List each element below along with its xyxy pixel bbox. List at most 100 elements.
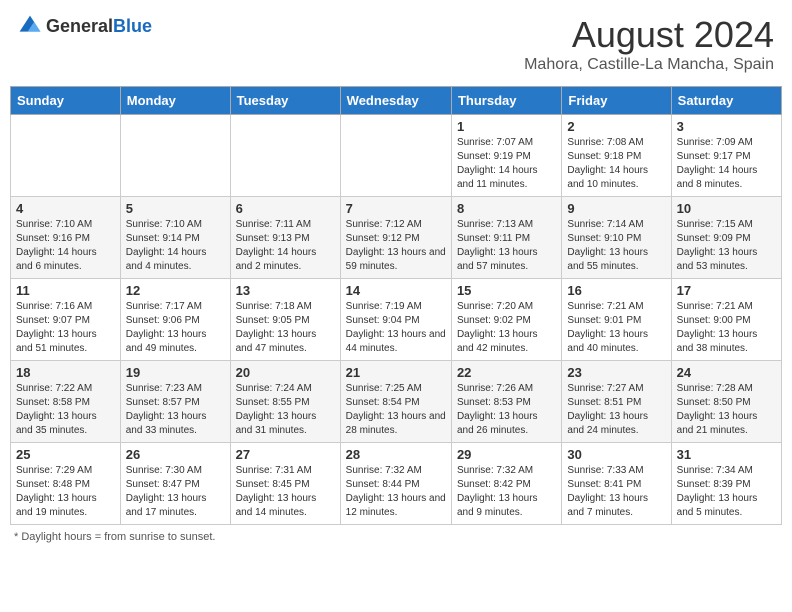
header: GeneralBlue August 2024 Mahora, Castille…: [10, 10, 782, 78]
calendar-cell: [230, 115, 340, 197]
day-number: 16: [567, 283, 665, 298]
day-info: Sunrise: 7:16 AMSunset: 9:07 PMDaylight:…: [16, 300, 115, 356]
calendar-cell: 6Sunrise: 7:11 AMSunset: 9:13 PMDaylight…: [230, 197, 340, 279]
day-number: 11: [16, 283, 115, 298]
day-info: Sunrise: 7:22 AMSunset: 8:58 PMDaylight:…: [16, 382, 115, 438]
day-info: Sunrise: 7:12 AMSunset: 9:12 PMDaylight:…: [346, 218, 446, 274]
calendar-cell: 16 Sunrise: 7:21 AMSunset: 9:01 PMDayligh…: [562, 279, 671, 361]
day-info: Sunrise: 7:20 AMSunset: 9:02 PMDaylight:…: [457, 300, 556, 356]
day-info: Sunrise: 7:34 AMSunset: 8:39 PMDaylight:…: [677, 464, 776, 520]
day-info: Sunrise: 7:07 AMSunset: 9:19 PMDaylight:…: [457, 136, 556, 192]
day-number: 1: [457, 119, 556, 134]
calendar-cell: 14Sunrise: 7:19 AMSunset: 9:04 PMDayligh…: [340, 279, 451, 361]
calendar-cell: 12 Sunrise: 7:17 AMSunset: 9:06 PMDayligh…: [120, 279, 230, 361]
day-info: Sunrise: 7:31 AMSunset: 8:45 PMDaylight:…: [236, 464, 335, 520]
day-info: Sunrise: 7:24 AMSunset: 8:55 PMDaylight:…: [236, 382, 335, 438]
title-area: August 2024 Mahora, Castille-La Mancha, …: [524, 14, 774, 74]
calendar-cell: 2 Sunrise: 7:08 AMSunset: 9:18 PMDaylight…: [562, 115, 671, 197]
day-number: 4: [16, 201, 115, 216]
calendar-cell: 13Sunrise: 7:18 AMSunset: 9:05 PMDayligh…: [230, 279, 340, 361]
day-number: 30: [567, 447, 665, 462]
day-info: Sunrise: 7:10 AMSunset: 9:14 PMDaylight:…: [126, 218, 225, 274]
calendar-week-row: 18 Sunrise: 7:22 AMSunset: 8:58 PMDayligh…: [11, 361, 782, 443]
day-info: Sunrise: 7:23 AMSunset: 8:57 PMDaylight:…: [126, 382, 225, 438]
weekday-header-tuesday: Tuesday: [230, 87, 340, 115]
day-info: Sunrise: 7:27 AMSunset: 8:51 PMDaylight:…: [567, 382, 665, 438]
calendar-cell: 30Sunrise: 7:33 AMSunset: 8:41 PMDayligh…: [562, 443, 671, 525]
weekday-header-row: SundayMondayTuesdayWednesdayThursdayFrid…: [11, 87, 782, 115]
calendar-table: SundayMondayTuesdayWednesdayThursdayFrid…: [10, 86, 782, 525]
day-number: 3: [677, 119, 776, 134]
day-info: Sunrise: 7:18 AMSunset: 9:05 PMDaylight:…: [236, 300, 335, 356]
logo-blue: Blue: [113, 16, 152, 36]
day-info: Sunrise: 7:08 AMSunset: 9:18 PMDaylight:…: [567, 136, 665, 192]
day-number: 25: [16, 447, 115, 462]
day-number: 19: [126, 365, 225, 380]
day-info: Sunrise: 7:17 AMSunset: 9:06 PMDaylight:…: [126, 300, 225, 356]
calendar-cell: 5 Sunrise: 7:10 AMSunset: 9:14 PMDaylight…: [120, 197, 230, 279]
calendar-cell: [11, 115, 121, 197]
day-number: 22: [457, 365, 556, 380]
calendar-cell: 11 Sunrise: 7:16 AMSunset: 9:07 PMDayligh…: [11, 279, 121, 361]
day-info: Sunrise: 7:11 AMSunset: 9:13 PMDaylight:…: [236, 218, 335, 274]
calendar-cell: 3 Sunrise: 7:09 AMSunset: 9:17 PMDaylight…: [671, 115, 781, 197]
calendar-cell: 20Sunrise: 7:24 AMSunset: 8:55 PMDayligh…: [230, 361, 340, 443]
day-info: Sunrise: 7:28 AMSunset: 8:50 PMDaylight:…: [677, 382, 776, 438]
logo-icon: [18, 14, 42, 38]
day-number: 7: [346, 201, 446, 216]
day-info: Sunrise: 7:25 AMSunset: 8:54 PMDaylight:…: [346, 382, 446, 438]
day-info: Sunrise: 7:21 AMSunset: 9:00 PMDaylight:…: [677, 300, 776, 356]
day-number: 10: [677, 201, 776, 216]
day-number: 5: [126, 201, 225, 216]
calendar-cell: 27 Sunrise: 7:31 AMSunset: 8:45 PMDayligh…: [230, 443, 340, 525]
weekday-header-sunday: Sunday: [11, 87, 121, 115]
calendar-cell: 26 Sunrise: 7:30 AMSunset: 8:47 PMDayligh…: [120, 443, 230, 525]
day-number: 26: [126, 447, 225, 462]
calendar-cell: 7 Sunrise: 7:12 AMSunset: 9:12 PMDaylight…: [340, 197, 451, 279]
day-number: 12: [126, 283, 225, 298]
calendar-week-row: 25 Sunrise: 7:29 AMSunset: 8:48 PMDayligh…: [11, 443, 782, 525]
day-info: Sunrise: 7:30 AMSunset: 8:47 PMDaylight:…: [126, 464, 225, 520]
calendar-cell: 1 Sunrise: 7:07 AMSunset: 9:19 PMDaylight…: [451, 115, 561, 197]
location-subtitle: Mahora, Castille-La Mancha, Spain: [524, 56, 774, 74]
day-number: 8: [457, 201, 556, 216]
weekday-header-wednesday: Wednesday: [340, 87, 451, 115]
day-info: Sunrise: 7:29 AMSunset: 8:48 PMDaylight:…: [16, 464, 115, 520]
calendar-cell: 15Sunrise: 7:20 AMSunset: 9:02 PMDayligh…: [451, 279, 561, 361]
day-number: 18: [16, 365, 115, 380]
calendar-week-row: 1 Sunrise: 7:07 AMSunset: 9:19 PMDaylight…: [11, 115, 782, 197]
calendar-cell: 25 Sunrise: 7:29 AMSunset: 8:48 PMDayligh…: [11, 443, 121, 525]
calendar-cell: 10 Sunrise: 7:15 AMSunset: 9:09 PMDayligh…: [671, 197, 781, 279]
day-info: Sunrise: 7:14 AMSunset: 9:10 PMDaylight:…: [567, 218, 665, 274]
calendar-cell: 4Sunrise: 7:10 AMSunset: 9:16 PMDaylight…: [11, 197, 121, 279]
day-number: 17: [677, 283, 776, 298]
day-info: Sunrise: 7:32 AMSunset: 8:42 PMDaylight:…: [457, 464, 556, 520]
weekday-header-friday: Friday: [562, 87, 671, 115]
day-number: 28: [346, 447, 446, 462]
calendar-cell: 17 Sunrise: 7:21 AMSunset: 9:00 PMDayligh…: [671, 279, 781, 361]
calendar-cell: 31 Sunrise: 7:34 AMSunset: 8:39 PMDayligh…: [671, 443, 781, 525]
day-number: 27: [236, 447, 335, 462]
day-number: 2: [567, 119, 665, 134]
calendar-cell: [340, 115, 451, 197]
day-number: 29: [457, 447, 556, 462]
calendar-cell: 23 Sunrise: 7:27 AMSunset: 8:51 PMDayligh…: [562, 361, 671, 443]
calendar-cell: [120, 115, 230, 197]
day-info: Sunrise: 7:15 AMSunset: 9:09 PMDaylight:…: [677, 218, 776, 274]
calendar-week-row: 11 Sunrise: 7:16 AMSunset: 9:07 PMDayligh…: [11, 279, 782, 361]
day-info: Sunrise: 7:21 AMSunset: 9:01 PMDaylight:…: [567, 300, 665, 356]
calendar-cell: 29 Sunrise: 7:32 AMSunset: 8:42 PMDayligh…: [451, 443, 561, 525]
day-number: 24: [677, 365, 776, 380]
calendar-cell: 21 Sunrise: 7:25 AMSunset: 8:54 PMDayligh…: [340, 361, 451, 443]
day-number: 23: [567, 365, 665, 380]
calendar-cell: 24 Sunrise: 7:28 AMSunset: 8:50 PMDayligh…: [671, 361, 781, 443]
day-info: Sunrise: 7:19 AMSunset: 9:04 PMDaylight:…: [346, 300, 446, 356]
day-number: 21: [346, 365, 446, 380]
day-number: 31: [677, 447, 776, 462]
day-info: Sunrise: 7:09 AMSunset: 9:17 PMDaylight:…: [677, 136, 776, 192]
calendar-cell: 22 Sunrise: 7:26 AMSunset: 8:53 PMDayligh…: [451, 361, 561, 443]
day-info: Sunrise: 7:26 AMSunset: 8:53 PMDaylight:…: [457, 382, 556, 438]
day-info: Sunrise: 7:13 AMSunset: 9:11 PMDaylight:…: [457, 218, 556, 274]
weekday-header-thursday: Thursday: [451, 87, 561, 115]
calendar-cell: 19 Sunrise: 7:23 AMSunset: 8:57 PMDayligh…: [120, 361, 230, 443]
